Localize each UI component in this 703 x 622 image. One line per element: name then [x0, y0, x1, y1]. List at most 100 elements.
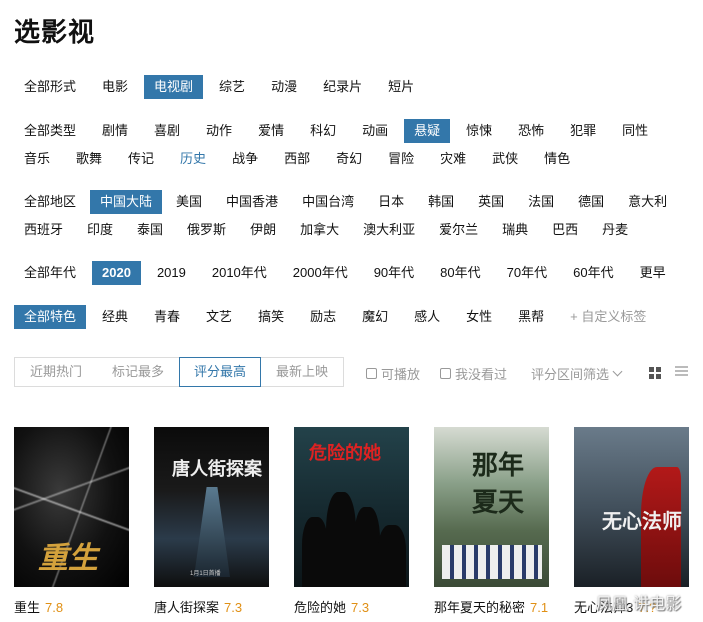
years-tag[interactable]: 60年代: [563, 261, 623, 285]
regions-tag[interactable]: 法国: [518, 190, 564, 214]
regions-tag[interactable]: 丹麦: [592, 218, 638, 242]
regions-tag[interactable]: 澳大利亚: [353, 218, 425, 242]
forms-tag[interactable]: 综艺: [209, 75, 255, 99]
types-tag[interactable]: 武侠: [482, 147, 528, 171]
movie-poster[interactable]: 唐人街探案 1月1日首播: [154, 427, 269, 587]
features-tag[interactable]: 青春: [144, 305, 190, 329]
rating-range-dropdown[interactable]: 评分区间筛选: [531, 364, 623, 383]
regions-tag[interactable]: 巴西: [542, 218, 588, 242]
regions-tag[interactable]: 伊朗: [240, 218, 286, 242]
sort-tab-most-marked[interactable]: 标记最多: [97, 358, 179, 386]
regions-tag[interactable]: 中国大陆: [90, 190, 163, 214]
movie-title[interactable]: 唐人街探案: [154, 600, 219, 615]
regions-tag[interactable]: 全部地区: [14, 190, 86, 214]
movie-title[interactable]: 危险的她: [294, 600, 346, 615]
years-tag[interactable]: 70年代: [497, 261, 557, 285]
types-tag[interactable]: 历史: [170, 147, 216, 171]
regions-tag[interactable]: 英国: [468, 190, 514, 214]
region-filter-row: 全部地区 中国大陆 美国 中国香港 中国台湾 日本 韩国 英国 法国 德国 意大利西班牙 印度 泰国 俄罗…: [14, 190, 703, 242]
features-tag[interactable]: 文艺: [196, 305, 242, 329]
types-tag[interactable]: 传记: [118, 147, 164, 171]
list-view-icon[interactable]: [675, 366, 688, 378]
types-tag[interactable]: 剧情: [92, 119, 138, 143]
features-tag[interactable]: 黑帮: [508, 305, 554, 329]
types-tag[interactable]: 灾难: [430, 147, 476, 171]
regions-tag[interactable]: 德国: [568, 190, 614, 214]
types-tag[interactable]: 喜剧: [144, 119, 190, 143]
movie-rating: 7.1: [530, 600, 549, 615]
movie-poster[interactable]: 危险的她: [294, 427, 409, 587]
grid-view-icon[interactable]: [649, 367, 661, 379]
regions-tag[interactable]: 中国台湾: [292, 190, 364, 214]
features-tag[interactable]: 感人: [404, 305, 450, 329]
types-tag[interactable]: 悬疑: [404, 119, 451, 143]
features-tag[interactable]: 经典: [92, 305, 138, 329]
forms-tag[interactable]: 全部形式: [14, 75, 86, 99]
regions-tag[interactable]: 中国香港: [216, 190, 288, 214]
sort-tab-top-rated[interactable]: 评分最高: [179, 357, 261, 387]
types-tag[interactable]: 犯罪: [560, 119, 606, 143]
types-tag[interactable]: 西部: [274, 147, 320, 171]
forms-tag[interactable]: 电影: [92, 75, 138, 99]
types-tag[interactable]: 爱情: [248, 119, 294, 143]
regions-tag[interactable]: 意大利: [618, 190, 677, 214]
regions-tag[interactable]: 爱尔兰: [429, 218, 488, 242]
types-tag[interactable]: 同性: [612, 119, 658, 143]
years-tag[interactable]: 2019: [147, 261, 196, 285]
playable-checkbox[interactable]: 可播放: [366, 364, 420, 383]
forms-tag[interactable]: 动漫: [261, 75, 307, 99]
years-tag[interactable]: 2010年代: [202, 261, 277, 285]
features-tag[interactable]: 魔幻: [352, 305, 398, 329]
forms-tag[interactable]: 纪录片: [313, 75, 372, 99]
regions-tag[interactable]: 印度: [77, 218, 123, 242]
types-tag[interactable]: 恐怖: [508, 119, 554, 143]
types-tag[interactable]: 全部类型: [14, 119, 86, 143]
regions-tag[interactable]: 加拿大: [290, 218, 349, 242]
types-tag[interactable]: 动画: [352, 119, 398, 143]
years-tag[interactable]: 2020: [92, 261, 141, 285]
types-tag[interactable]: 科幻: [300, 119, 346, 143]
movie-title[interactable]: 那年夏天的秘密: [434, 600, 525, 615]
types-tag[interactable]: 战争: [222, 147, 268, 171]
regions-tag[interactable]: 美国: [166, 190, 212, 214]
sort-tab-recent-hot[interactable]: 近期热门: [15, 358, 97, 386]
regions-tag[interactable]: 西班牙: [14, 218, 73, 242]
movie-card[interactable]: 那年夏天 那年夏天的秘密 7.1: [434, 427, 574, 616]
features-tag[interactable]: 女性: [456, 305, 502, 329]
movie-card[interactable]: 无心法师 无心法师3 7.?: [574, 427, 703, 616]
features-tag[interactable]: 励志: [300, 305, 346, 329]
movie-card[interactable]: 危险的她 危险的她 7.3: [294, 427, 434, 616]
movie-poster[interactable]: 无心法师: [574, 427, 689, 587]
years-tag[interactable]: 更早: [630, 261, 676, 285]
years-tag[interactable]: 90年代: [364, 261, 424, 285]
types-tag[interactable]: 音乐: [14, 147, 60, 171]
page-title: 选影视: [14, 17, 96, 47]
years-tag[interactable]: 80年代: [430, 261, 490, 285]
movie-rating: 7.8: [45, 600, 64, 615]
features-tag[interactable]: 搞笑: [248, 305, 294, 329]
movie-card[interactable]: 唐人街探案 1月1日首播 唐人街探案 7.3: [154, 427, 294, 616]
movie-poster[interactable]: 那年夏天: [434, 427, 549, 587]
movie-card[interactable]: 重生 重生 7.8: [14, 427, 154, 616]
movie-poster[interactable]: 重生: [14, 427, 129, 587]
types-tag[interactable]: 歌舞: [66, 147, 112, 171]
forms-tag[interactable]: 短片: [378, 75, 424, 99]
types-tag[interactable]: 冒险: [378, 147, 424, 171]
add-custom-tag-button[interactable]: + 自定义标签: [560, 305, 656, 329]
types-tag[interactable]: 奇幻: [326, 147, 372, 171]
regions-tag[interactable]: 俄罗斯: [177, 218, 236, 242]
movie-title[interactable]: 重生: [14, 600, 40, 615]
features-tag[interactable]: 全部特色: [14, 305, 87, 329]
forms-tag[interactable]: 电视剧: [144, 75, 204, 99]
regions-tag[interactable]: 日本: [368, 190, 414, 214]
years-tag[interactable]: 2000年代: [283, 261, 358, 285]
regions-tag[interactable]: 韩国: [418, 190, 464, 214]
types-tag[interactable]: 动作: [196, 119, 242, 143]
regions-tag[interactable]: 泰国: [127, 218, 173, 242]
types-tag[interactable]: 情色: [534, 147, 580, 171]
years-tag[interactable]: 全部年代: [14, 261, 86, 285]
not-watched-checkbox[interactable]: 我没看过: [440, 364, 507, 383]
regions-tag[interactable]: 瑞典: [492, 218, 538, 242]
sort-tab-newest[interactable]: 最新上映: [261, 358, 343, 386]
types-tag[interactable]: 惊悚: [456, 119, 502, 143]
